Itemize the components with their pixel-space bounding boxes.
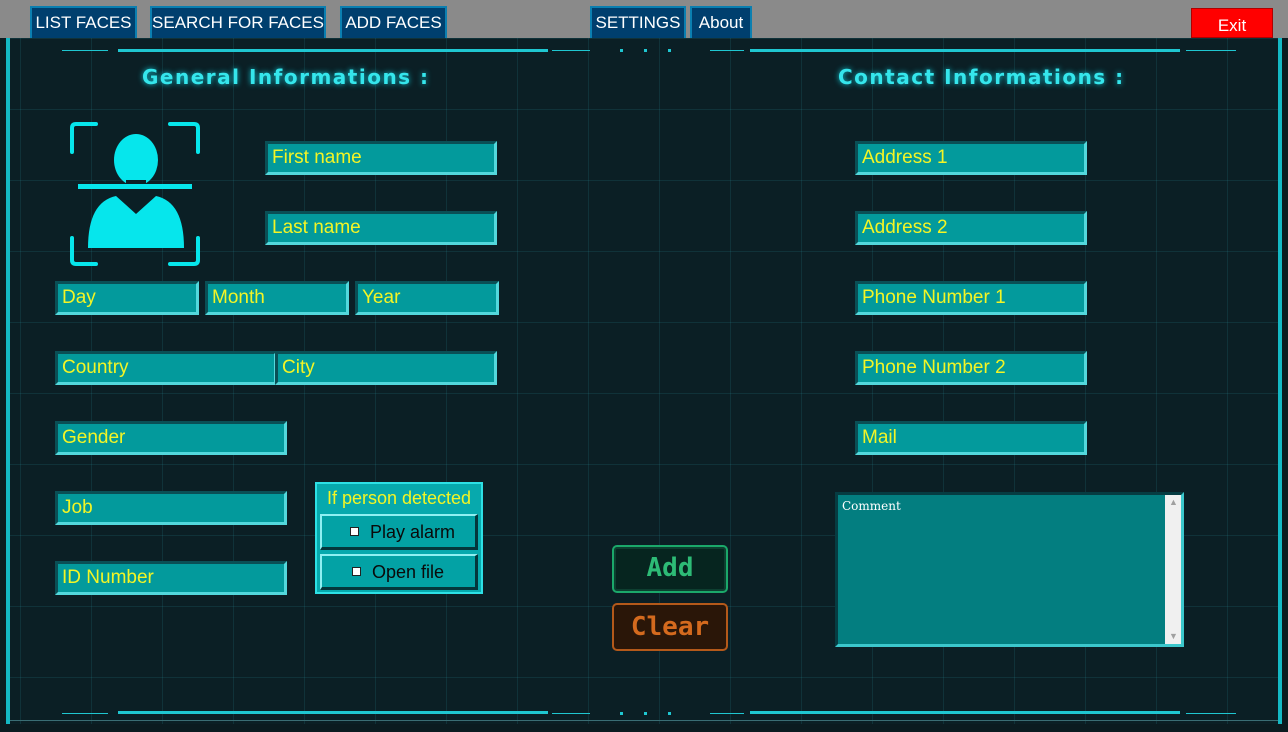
address2-field[interactable]: Address 2 [855,211,1087,245]
job-field[interactable]: Job [55,491,287,525]
first-name-field[interactable]: First name [265,141,497,175]
country-field[interactable]: Country [55,351,277,385]
menu-bar: LIST FACES SEARCH FOR FACES ADD FACES SE… [0,0,1288,38]
frame-line [118,711,548,714]
frame-line [552,713,590,714]
comment-placeholder: Comment [842,499,901,513]
frame-line [118,49,548,52]
frame-line [552,50,590,51]
frame-line [62,713,108,714]
exit-button[interactable]: Exit [1191,8,1273,38]
frame-line [710,50,744,51]
list-faces-button[interactable]: LIST FACES [30,6,137,38]
frame-line [1186,50,1236,51]
play-alarm-checkbox[interactable] [350,527,359,536]
frame-dot [668,49,671,52]
about-button[interactable]: About [690,6,752,38]
frame-line [750,711,1180,714]
phone1-field[interactable]: Phone Number 1 [855,281,1087,315]
phone2-field[interactable]: Phone Number 2 [855,351,1087,385]
frame-dot [668,712,671,715]
open-file-checkbox[interactable] [352,567,361,576]
scroll-up-icon[interactable]: ▲ [1169,498,1178,507]
open-file-toggle[interactable]: Open file [320,554,478,590]
play-alarm-label: Play alarm [370,522,456,542]
city-field[interactable]: City [275,351,497,385]
add-faces-button[interactable]: ADD FACES [340,6,447,38]
frame-dot [620,712,623,715]
frame-line [10,720,1278,721]
add-button[interactable]: Add [612,545,728,593]
gender-field[interactable]: Gender [55,421,287,455]
clear-button[interactable]: Clear [612,603,728,651]
contact-info-title: Contact Informations : [838,65,1125,89]
comment-textarea[interactable]: Comment ▲ ▼ [835,492,1184,647]
frame-line [750,49,1180,52]
open-file-label: Open file [372,562,445,582]
frame-line [710,713,744,714]
play-alarm-toggle[interactable]: Play alarm [320,514,478,550]
last-name-field[interactable]: Last name [265,211,497,245]
id-number-field[interactable]: ID Number [55,561,287,595]
frame-dot [644,49,647,52]
year-field[interactable]: Year [355,281,499,315]
scroll-down-icon[interactable]: ▼ [1169,632,1178,641]
search-faces-button[interactable]: SEARCH FOR FACES [150,6,326,38]
face-scan-icon [66,118,206,268]
frame-line [62,50,108,51]
day-field[interactable]: Day [55,281,199,315]
frame-line [1186,713,1236,714]
detection-options-group: If person detected Play alarm Open file [315,482,483,594]
detection-options-title: If person detected [326,488,472,508]
settings-button[interactable]: SETTINGS [590,6,686,38]
frame-dot [620,49,623,52]
month-field[interactable]: Month [205,281,349,315]
frame-dot [644,712,647,715]
general-info-title: General Informations : [142,65,430,89]
comment-scrollbar[interactable]: ▲ ▼ [1165,495,1181,644]
address1-field[interactable]: Address 1 [855,141,1087,175]
mail-field[interactable]: Mail [855,421,1087,455]
